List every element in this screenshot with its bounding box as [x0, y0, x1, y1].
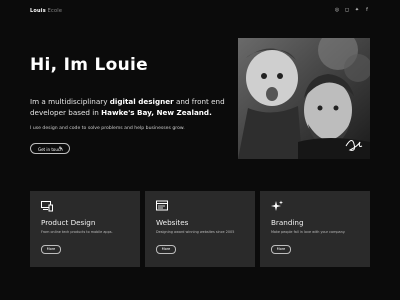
card-title: Websites: [156, 218, 189, 227]
pencil-icon: ✎: [58, 146, 63, 152]
hero-intro: Im a multidisciplinary digital designer …: [30, 96, 230, 118]
devices-icon: [41, 201, 53, 212]
facebook-icon[interactable]: f: [364, 7, 370, 13]
hero-subtitle: I use design and code to solve problems …: [30, 126, 185, 131]
logo-primary-text: Louis: [30, 8, 46, 14]
card-title: Branding: [271, 218, 304, 227]
top-nav: Louis Ecole ◎ ◻ ✦ f: [0, 0, 400, 22]
logo-secondary-text: Ecole: [47, 8, 63, 14]
intro-bold-digital-designer: digital designer: [109, 97, 174, 106]
dribbble-icon[interactable]: ◎: [334, 7, 340, 13]
social-links: ◎ ◻ ✦ f: [334, 7, 370, 13]
more-button[interactable]: More: [156, 245, 176, 254]
get-in-touch-button[interactable]: Get in touch ✎: [30, 143, 70, 154]
card-description: Make people fall in love with your compa…: [271, 230, 346, 234]
more-button[interactable]: More: [271, 245, 291, 254]
profile-photo: [238, 38, 370, 159]
instagram-icon[interactable]: ◻: [344, 7, 350, 13]
intro-lead: Im a multidisciplinary: [30, 97, 110, 106]
card-product-design: Product Design From online tech products…: [30, 191, 140, 267]
browser-window-icon: [156, 200, 168, 211]
card-websites: Websites Designing award winning website…: [145, 191, 255, 267]
card-description: Designing award winning websites since 2…: [156, 230, 235, 234]
hero-title: Hi, Im Louie: [30, 55, 148, 75]
twitter-icon[interactable]: ✦: [354, 7, 360, 13]
card-branding: Branding Make people fall in love with y…: [260, 191, 370, 267]
card-description: From online tech products to mobile apps…: [41, 230, 113, 234]
intro-bold-location: Hawke's Bay, New Zealand.: [101, 108, 212, 117]
services-cards: Product Design From online tech products…: [30, 191, 370, 267]
card-title: Product Design: [41, 218, 96, 227]
more-button[interactable]: More: [41, 245, 61, 254]
sparkle-icon: [271, 200, 283, 211]
site-logo[interactable]: Louis Ecole: [30, 8, 62, 14]
